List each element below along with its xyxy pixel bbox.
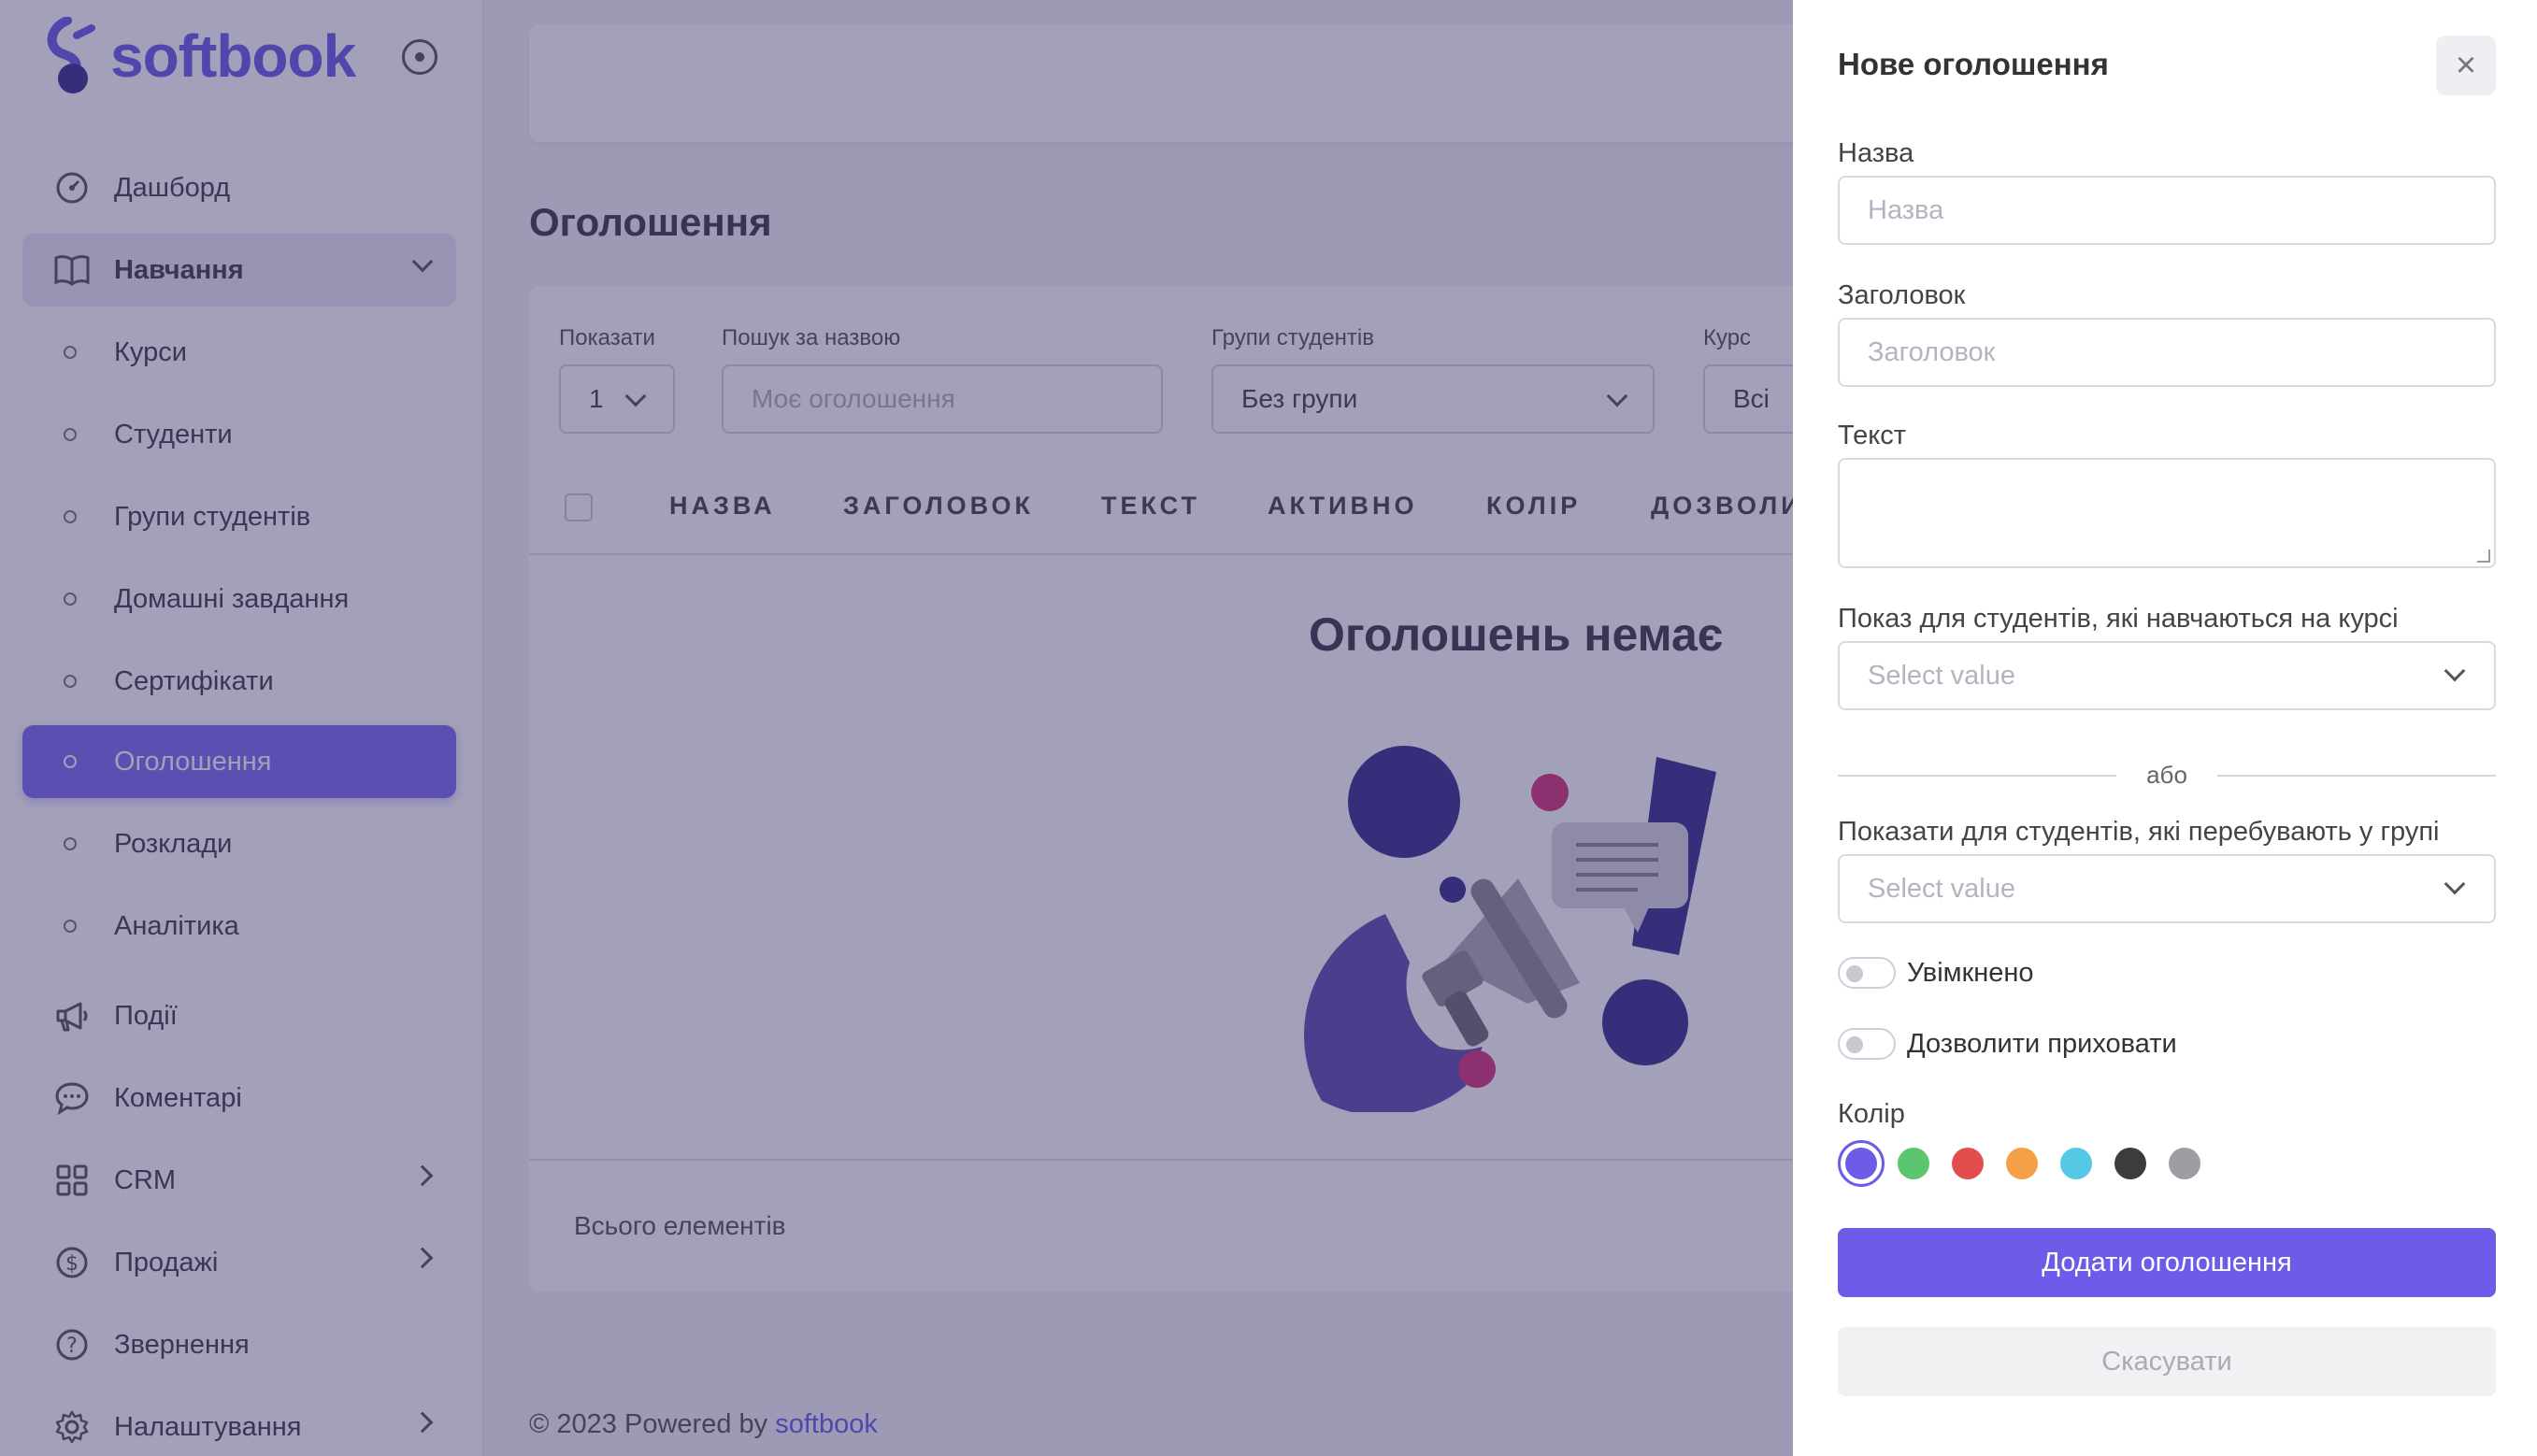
color-swatch-black[interactable] — [2114, 1148, 2146, 1179]
chevron-down-icon — [2444, 660, 2466, 682]
color-label: Колір — [1838, 1099, 1905, 1129]
drawer-title: Нове оголошення — [1838, 47, 2109, 81]
heading-label: Заголовок — [1838, 280, 1966, 310]
allow-hide-toggle[interactable] — [1838, 1028, 1896, 1060]
new-announcement-drawer: Нове оголошення × Назва Назва Заголовок … — [1793, 0, 2537, 1456]
enabled-toggle-row: Увімкнено — [1838, 957, 2034, 989]
color-swatch-purple[interactable] — [1838, 1140, 1885, 1187]
allow-hide-toggle-label: Дозволити приховати — [1907, 1028, 2177, 1059]
color-swatch-orange[interactable] — [2006, 1148, 2038, 1179]
color-swatch-red[interactable] — [1952, 1148, 1984, 1179]
close-button[interactable]: × — [2436, 36, 2496, 95]
enabled-toggle-label: Увімкнено — [1907, 957, 2034, 988]
chevron-down-icon — [2444, 873, 2466, 895]
group-select-placeholder: Select value — [1868, 873, 2015, 904]
color-swatch-gray[interactable] — [2169, 1148, 2200, 1179]
name-input[interactable]: Назва — [1838, 176, 2496, 245]
course-select-label: Показ для студентів, які навчаються на к… — [1838, 604, 2399, 634]
text-textarea[interactable] — [1838, 458, 2496, 568]
close-icon: × — [2455, 45, 2477, 85]
group-select[interactable]: Select value — [1838, 854, 2496, 923]
cancel-button[interactable]: Скасувати — [1838, 1327, 2496, 1396]
or-divider: або — [1838, 761, 2496, 789]
enabled-toggle[interactable] — [1838, 957, 1896, 989]
group-select-label: Показати для студентів, які перебувають … — [1838, 817, 2440, 847]
course-select-placeholder: Select value — [1868, 660, 2015, 691]
heading-input[interactable]: Заголовок — [1838, 318, 2496, 387]
resize-handle-icon[interactable] — [2477, 550, 2490, 563]
name-label: Назва — [1838, 138, 1914, 168]
color-swatch-green[interactable] — [1898, 1148, 1929, 1179]
course-select[interactable]: Select value — [1838, 641, 2496, 710]
text-label: Текст — [1838, 421, 1907, 450]
color-swatch-blue[interactable] — [2060, 1148, 2092, 1179]
add-announcement-button[interactable]: Додати оголошення — [1838, 1228, 2496, 1297]
allow-hide-toggle-row: Дозволити приховати — [1838, 1028, 2177, 1060]
